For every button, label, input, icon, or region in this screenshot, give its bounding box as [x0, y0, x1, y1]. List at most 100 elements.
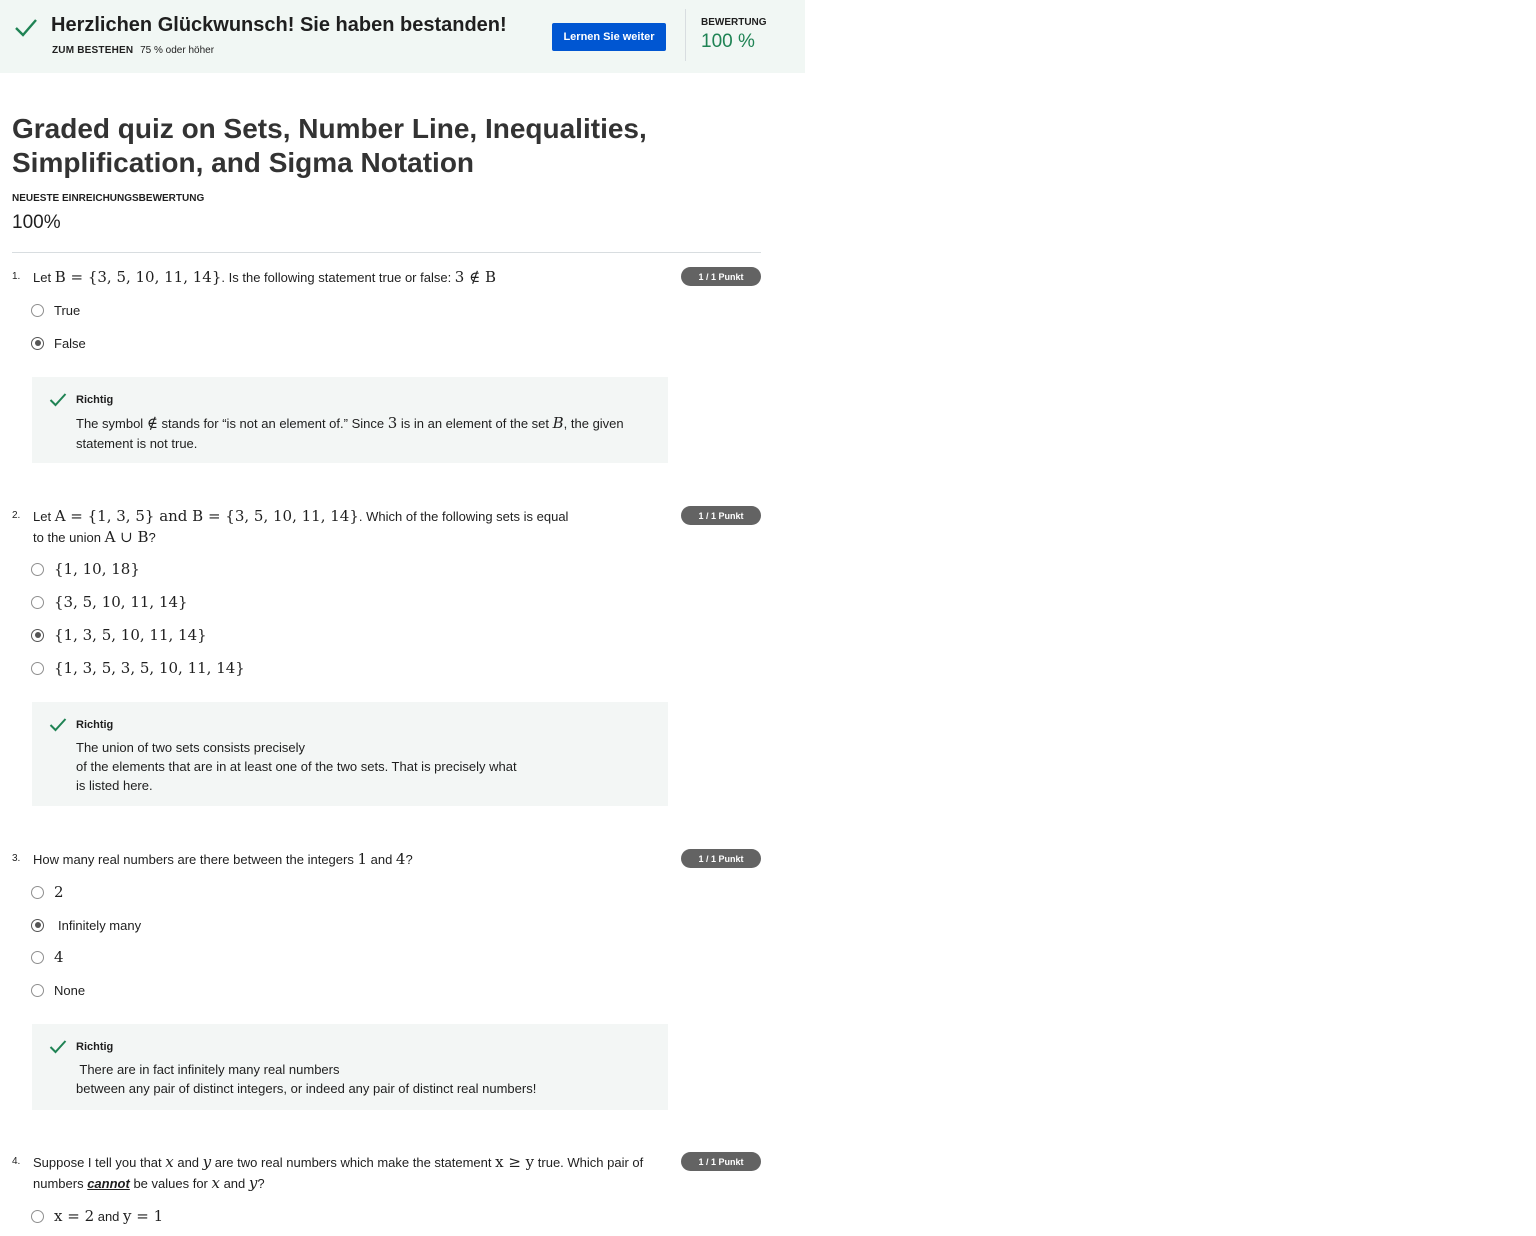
feedback-part: stands for “is not an element of.” Since: [157, 416, 388, 431]
question-text-part: and: [219, 1176, 249, 1191]
question-text: Suppose I tell you that x and y are two …: [33, 1152, 643, 1194]
math-expression: and: [154, 507, 193, 525]
radio-button[interactable]: [31, 595, 44, 609]
feedback-part: , the given: [563, 416, 624, 431]
check-icon: [15, 19, 37, 37]
math-expression: y = 1: [123, 1207, 164, 1225]
feedback-text: There are in fact infinitely many real n…: [76, 1060, 656, 1098]
math-expression: B: [552, 414, 564, 432]
math-expression: A ∪ B: [104, 528, 149, 546]
question-text-part: Suppose I tell you that: [33, 1155, 166, 1170]
latest-submission-value: 100%: [12, 212, 61, 233]
radio-button-selected[interactable]: [31, 336, 44, 350]
question-text-part: and: [367, 852, 396, 867]
math-expression: B = {3, 5, 10, 11, 14}: [54, 268, 222, 286]
math-expression: 3: [387, 414, 398, 432]
question-text-part: Let: [33, 270, 55, 285]
question-number: 3.: [12, 853, 21, 864]
math-expression: y: [202, 1153, 212, 1171]
feedback-line: of the elements that are in at least one…: [76, 759, 517, 774]
continue-learning-button[interactable]: Lernen Sie weiter: [552, 23, 666, 51]
radio-button[interactable]: [31, 562, 44, 576]
option-label: {1, 10, 18}: [54, 560, 140, 578]
question-text-part: ?: [405, 852, 413, 867]
option-a[interactable]: {1, 10, 18}: [31, 559, 140, 579]
check-icon: [49, 1040, 67, 1054]
question-number: 1.: [12, 271, 21, 282]
math-expression: 3 ∉ B: [454, 268, 497, 286]
option-a[interactable]: x = 2 and y = 1: [31, 1206, 163, 1226]
math-expression: A = {1, 3, 5}: [54, 507, 155, 525]
option-label: True: [54, 302, 81, 318]
option-label: False: [54, 335, 86, 351]
option-label: 4: [54, 948, 64, 966]
question-text-part: Let: [33, 509, 55, 524]
radio-button[interactable]: [31, 661, 44, 675]
math-expression: x: [165, 1153, 174, 1171]
feedback-title: Richtig: [76, 394, 114, 406]
radio-button-selected[interactable]: [31, 918, 44, 932]
question-text-part: and: [173, 1155, 203, 1170]
option-d[interactable]: {1, 3, 5, 3, 5, 10, 11, 14}: [31, 658, 245, 678]
math-expression: ∉: [146, 414, 158, 432]
grade-value: 100 %: [701, 31, 755, 52]
math-expression: x = 2: [54, 1207, 95, 1225]
question-text-part: . Is the following statement true or fal…: [221, 270, 455, 285]
question-text-part: ?: [257, 1176, 265, 1191]
option-label-part: and: [94, 1209, 124, 1224]
math-expression: B = {3, 5, 10, 11, 14}: [192, 507, 359, 525]
points-badge: 1 / 1 Punkt: [681, 506, 761, 525]
option-false[interactable]: False: [31, 333, 86, 353]
option-b[interactable]: {3, 5, 10, 11, 14}: [31, 592, 188, 612]
question-text-part: true. Which pair of: [534, 1155, 644, 1170]
pass-threshold-value: 75 % oder höher: [140, 45, 215, 56]
option-true[interactable]: True: [31, 300, 80, 320]
option-label: {3, 5, 10, 11, 14}: [54, 593, 188, 611]
points-badge: 1 / 1 Punkt: [681, 849, 761, 868]
question-text-part: ?: [148, 530, 156, 545]
math-expression: x: [211, 1174, 220, 1192]
feedback-box: Richtig There are in fact infinitely man…: [32, 1024, 668, 1110]
feedback-line: between any pair of distinct integers, o…: [76, 1081, 537, 1096]
points-badge: 1 / 1 Punkt: [681, 1152, 761, 1171]
option-label: None: [54, 982, 86, 998]
radio-button-selected[interactable]: [31, 628, 44, 642]
option-none[interactable]: None: [31, 980, 85, 1000]
feedback-box: Richtig The union of two sets consists p…: [32, 702, 668, 806]
question-text-part: . Which of the following sets is equal: [358, 509, 569, 524]
feedback-part: is in an element of the set: [397, 416, 553, 431]
question-text: Let A = {1, 3, 5} and B = {3, 5, 10, 11,…: [33, 506, 568, 548]
feedback-title: Richtig: [76, 719, 114, 731]
page-title: Graded quiz on Sets, Number Line, Inequa…: [12, 113, 647, 178]
question-text: How many real numbers are there between …: [33, 849, 413, 870]
points-badge: 1 / 1 Punkt: [681, 267, 761, 286]
pass-headline: Herzlichen Glückwunsch! Sie haben bestan…: [51, 14, 507, 36]
question-text: Let B = {3, 5, 10, 11, 14}. Is the follo…: [33, 267, 496, 288]
option-label: {1, 3, 5, 3, 5, 10, 11, 14}: [54, 659, 245, 677]
option-label: {1, 3, 5, 10, 11, 14}: [54, 626, 207, 644]
question-text-part: numbers: [33, 1176, 88, 1191]
grade-label: BEWERTUNG: [701, 17, 767, 28]
question-number: 4.: [12, 1156, 21, 1167]
feedback-line: The union of two sets consists precisely: [76, 740, 306, 755]
radio-button[interactable]: [31, 1209, 44, 1223]
feedback-part: The symbol: [76, 416, 147, 431]
pass-threshold-label: ZUM BESTEHEN: [52, 45, 134, 56]
feedback-line: is listed here.: [76, 778, 153, 793]
pass-threshold: ZUM BESTEHEN 75 % oder höher: [52, 45, 214, 56]
radio-button[interactable]: [31, 983, 44, 997]
radio-button[interactable]: [31, 303, 44, 317]
feedback-text: The symbol ∉ stands for “is not an eleme…: [76, 413, 656, 454]
option-4[interactable]: 4: [31, 947, 64, 967]
option-label: Infinitely many: [58, 917, 142, 933]
option-infinitely-many[interactable]: Infinitely many: [31, 915, 141, 935]
radio-button[interactable]: [31, 950, 44, 964]
math-expression: 1: [357, 850, 367, 868]
banner-divider: [685, 9, 686, 61]
latest-submission-label: NEUESTE EINREICHUNGSBEWERTUNG: [12, 193, 205, 204]
radio-button[interactable]: [31, 885, 44, 899]
feedback-line: There are in fact infinitely many real n…: [76, 1062, 340, 1077]
option-c[interactable]: {1, 3, 5, 10, 11, 14}: [31, 625, 207, 645]
question-text-part: are two real numbers which make the stat…: [211, 1155, 496, 1170]
option-2[interactable]: 2: [31, 882, 64, 902]
